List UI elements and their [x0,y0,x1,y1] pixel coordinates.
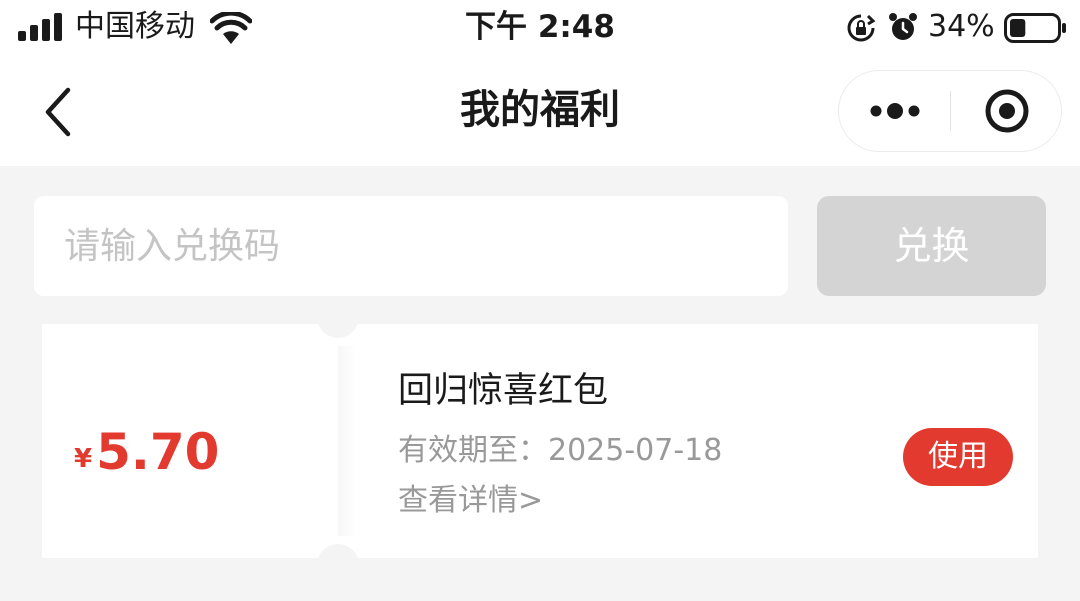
alarm-icon [889,13,917,40]
more-dots-icon[interactable] [839,71,950,151]
coupon-expiry: 有效期至：2025-07-18 [398,433,723,468]
use-coupon-button[interactable]: 使用 [903,428,1013,486]
coupon-amount: ¥5.70 [74,422,219,482]
battery-icon [1004,13,1066,43]
coupon-notch-top [317,296,359,338]
close-target-icon[interactable] [951,71,1061,151]
orientation-lock-icon [847,14,876,42]
redeem-code-input[interactable] [34,196,788,296]
coupon-divider [338,346,356,536]
mini-program-capsule [838,70,1062,152]
coupon-card: ¥5.70 回归惊喜红包 有效期至：2025-07-18 查看详情> 使用 [42,296,1038,586]
coupon-detail-link[interactable]: 查看详情> [398,480,543,522]
redeem-button[interactable]: 兑换 [817,196,1046,296]
battery-percent: 34% [928,9,995,44]
status-bar: 中国移动 下午 2:48 34% [0,0,1080,58]
coupon-notch-bottom [317,544,359,586]
currency-symbol: ¥ [74,444,93,474]
coupon-amount-value: 5.70 [96,423,220,481]
nav-bar: 我的福利 [0,58,1080,166]
coupon-title: 回归惊喜红包 [398,371,609,411]
